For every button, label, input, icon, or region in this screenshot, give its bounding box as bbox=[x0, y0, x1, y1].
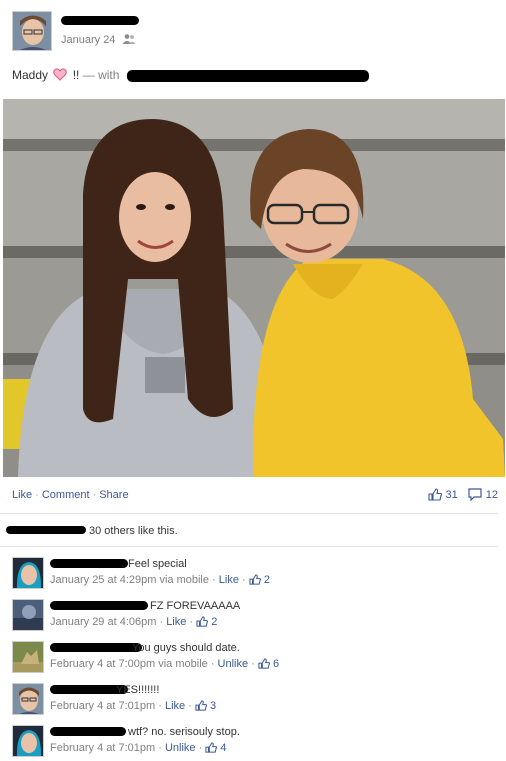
comment-item: FZ FOREVAAAAA January 29 at 4:06pm · Lik… bbox=[12, 599, 498, 637]
like-thumb-icon[interactable] bbox=[205, 742, 218, 756]
post-date[interactable]: January 24 bbox=[61, 34, 115, 46]
comment-time[interactable]: February 4 at 7:01pm bbox=[50, 742, 155, 754]
comment-time[interactable]: February 4 at 7:00pm bbox=[50, 658, 155, 670]
comment-bubble-icon[interactable] bbox=[468, 488, 482, 501]
comment-item: wtf? no. serisouly stop. February 4 at 7… bbox=[12, 725, 498, 761]
post-photo[interactable] bbox=[3, 99, 505, 477]
caption-exclaim: !! bbox=[72, 68, 80, 82]
author-avatar[interactable] bbox=[12, 11, 52, 51]
comment-meta: February 4 at 7:00pm via mobile · Unlike… bbox=[50, 658, 280, 672]
commenter-avatar[interactable] bbox=[12, 641, 44, 673]
heart-icon bbox=[53, 68, 68, 84]
comment-like-count[interactable]: 3 bbox=[210, 700, 216, 712]
commenter-name-redaction bbox=[50, 559, 128, 568]
likes-summary-box: 30 others like this. bbox=[0, 513, 498, 547]
author-name-redaction bbox=[61, 16, 139, 25]
commenter-avatar[interactable] bbox=[12, 725, 44, 757]
tagged-names-redaction bbox=[126, 69, 369, 82]
commenter-name-redaction bbox=[50, 643, 142, 652]
likes-summary[interactable]: 30 others like this. bbox=[89, 525, 178, 537]
like-thumb-icon[interactable] bbox=[427, 488, 442, 501]
like-thumb-icon[interactable] bbox=[196, 616, 209, 630]
like-link[interactable]: Like bbox=[12, 489, 32, 501]
comment-time[interactable]: February 4 at 7:01pm bbox=[50, 700, 155, 712]
commenter-avatar[interactable] bbox=[12, 557, 44, 589]
comment-unlike-link[interactable]: Unlike bbox=[218, 658, 249, 670]
commenter-name-redaction bbox=[50, 601, 148, 610]
comment-count[interactable]: 12 bbox=[486, 489, 498, 501]
comment-item: You guys should date. February 4 at 7:00… bbox=[12, 641, 498, 679]
like-thumb-icon[interactable] bbox=[249, 574, 261, 588]
comment-like-link[interactable]: Like bbox=[166, 616, 186, 628]
comment-time[interactable]: January 25 at 4:29pm bbox=[50, 574, 156, 586]
comment-like-link[interactable]: Like bbox=[165, 700, 185, 712]
comment-text: FZ FOREVAAAAA bbox=[150, 600, 241, 612]
comment-link[interactable]: Comment bbox=[42, 489, 90, 501]
comment-via: via mobile bbox=[158, 658, 208, 670]
friends-icon bbox=[122, 33, 136, 45]
caption-text: Maddy bbox=[12, 68, 49, 82]
post-caption: Maddy !! — with bbox=[12, 68, 369, 84]
comment-meta: February 4 at 7:01pm · Like · 3 bbox=[50, 700, 217, 714]
separator: · bbox=[92, 489, 97, 501]
caption-with: — with bbox=[82, 68, 120, 82]
comment-text: Feel special bbox=[128, 558, 187, 570]
share-link[interactable]: Share bbox=[99, 489, 128, 501]
like-thumb-icon[interactable] bbox=[258, 658, 270, 672]
post-actions: Like · Comment · Share bbox=[12, 489, 129, 501]
like-count[interactable]: 31 bbox=[446, 489, 458, 501]
commenter-avatar[interactable] bbox=[12, 599, 44, 631]
post-header: January 24 bbox=[12, 11, 492, 51]
separator: · bbox=[35, 489, 39, 501]
comment-time[interactable]: January 29 at 4:06pm bbox=[50, 616, 156, 628]
comment-like-count[interactable]: 2 bbox=[264, 574, 270, 586]
comment-item: Feel special January 25 at 4:29pm via mo… bbox=[12, 557, 498, 595]
likers-names-redaction bbox=[6, 526, 86, 534]
commenter-avatar[interactable] bbox=[12, 683, 44, 715]
comment-meta: January 29 at 4:06pm · Like · 2 bbox=[50, 616, 218, 630]
like-thumb-icon[interactable] bbox=[195, 700, 207, 714]
commenter-name-redaction bbox=[50, 727, 126, 736]
comment-via: via mobile bbox=[159, 574, 209, 586]
comment-like-link[interactable]: Like bbox=[219, 574, 239, 586]
comment-text: YES!!!!!!! bbox=[116, 684, 160, 696]
comment-like-count[interactable]: 6 bbox=[273, 658, 279, 670]
comment-meta: February 4 at 7:01pm · Unlike · 4 bbox=[50, 742, 227, 756]
comment-item: YES!!!!!!! February 4 at 7:01pm · Like ·… bbox=[12, 683, 498, 721]
comment-like-count[interactable]: 4 bbox=[220, 742, 226, 754]
comment-unlike-link[interactable]: Unlike bbox=[165, 742, 196, 754]
comment-text: You guys should date. bbox=[132, 642, 240, 654]
post-counts: 31 12 bbox=[427, 488, 498, 501]
comment-like-count[interactable]: 2 bbox=[211, 616, 217, 628]
comment-meta: January 25 at 4:29pm via mobile · Like ·… bbox=[50, 574, 270, 588]
comment-text: wtf? no. serisouly stop. bbox=[128, 726, 240, 738]
